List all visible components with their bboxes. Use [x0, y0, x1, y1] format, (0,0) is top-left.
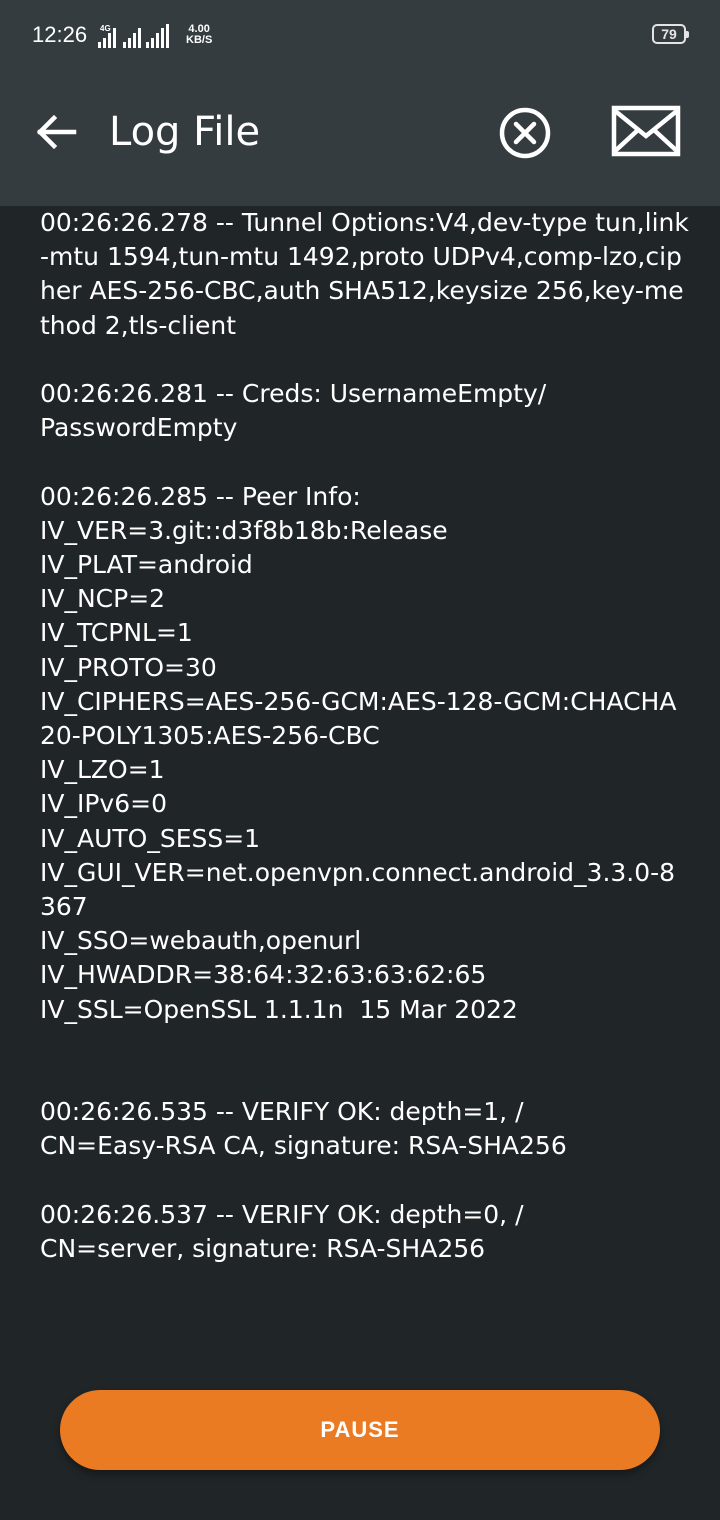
status-bar: 12:26 4G 4.00 KB/S 79 — [0, 0, 720, 56]
close-circle-icon[interactable] — [496, 104, 554, 162]
app-bar: Log File — [0, 56, 720, 206]
envelope-icon[interactable] — [610, 104, 682, 160]
log-scroll-area[interactable]: 00:26:26.278 -- Tunnel Options:V4,dev-ty… — [0, 206, 720, 1520]
page-title: Log File — [109, 109, 261, 155]
arrow-left-icon[interactable] — [28, 104, 84, 160]
status-time: 12:26 — [32, 22, 88, 47]
battery-icon: 79 — [652, 24, 689, 44]
network-speed: 4.00 KB/S — [186, 24, 212, 46]
log-text: 00:26:26.278 -- Tunnel Options:V4,dev-ty… — [40, 208, 689, 1264]
network-speed-unit: KB/S — [186, 34, 213, 46]
network-type-label: 4G — [100, 24, 111, 33]
pause-button[interactable]: PAUSE — [60, 1390, 660, 1470]
